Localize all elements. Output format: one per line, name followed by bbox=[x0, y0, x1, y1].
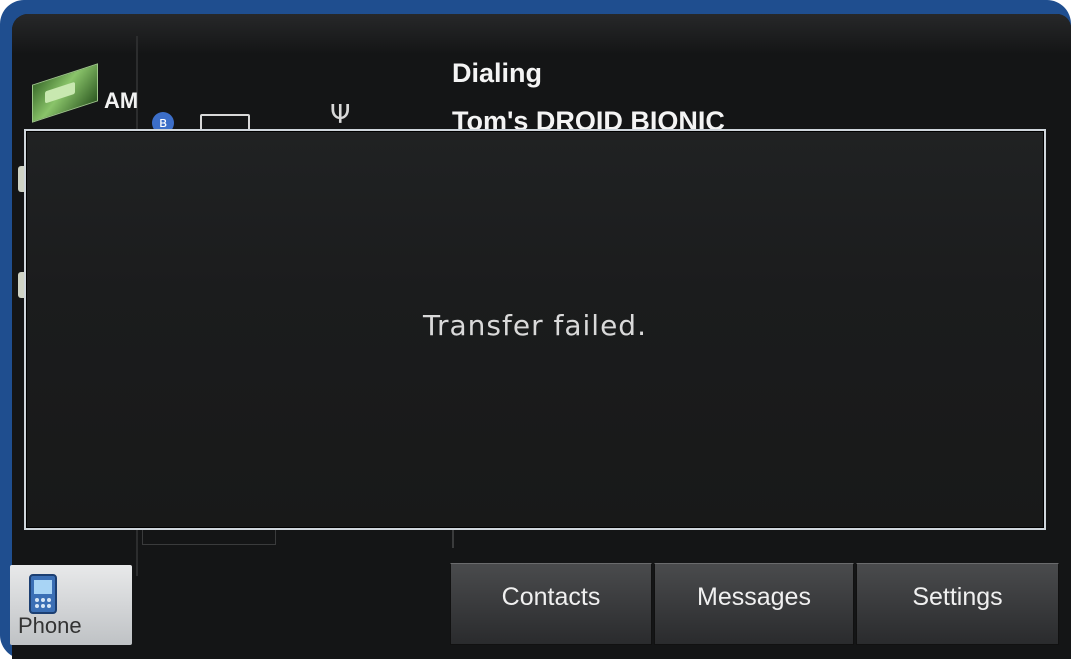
contacts-button[interactable]: Contacts bbox=[450, 563, 652, 645]
settings-button[interactable]: Settings bbox=[856, 563, 1059, 645]
sidebar-item-label: Phone bbox=[18, 613, 82, 638]
messages-button[interactable]: Messages bbox=[654, 563, 854, 645]
screen-sheen bbox=[12, 14, 1071, 54]
sidebar-item-label: AM bbox=[104, 88, 139, 113]
am-radio-icon bbox=[32, 63, 98, 123]
call-status: Dialing bbox=[452, 58, 543, 88]
signal-icon: Ψ bbox=[330, 100, 351, 130]
sidebar-item-phone[interactable]: Phone bbox=[10, 565, 132, 645]
phone-icon bbox=[29, 574, 57, 614]
sidebar-item-am[interactable]: AM bbox=[20, 58, 138, 126]
transfer-failed-dialog[interactable]: Transfer failed. bbox=[24, 129, 1046, 530]
dialog-message: Transfer failed. bbox=[423, 309, 647, 342]
